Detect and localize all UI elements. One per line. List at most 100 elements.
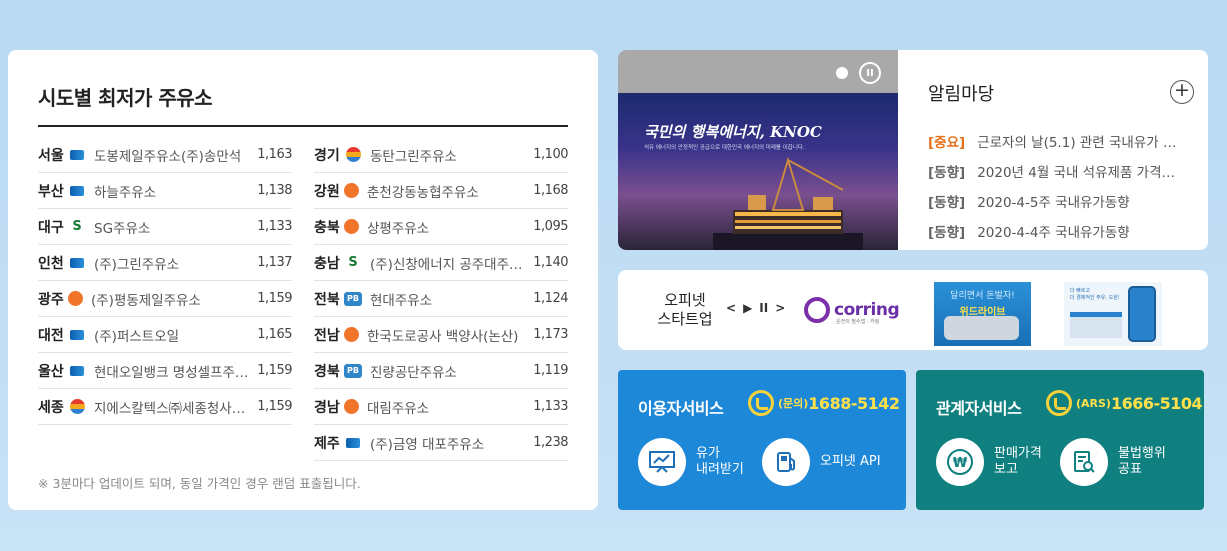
station-row[interactable]: 경남 대림주유소 1,133 [314, 389, 568, 425]
carring-wordmark: corring [834, 300, 900, 320]
opinet-api-label: 오피넷 API [820, 454, 881, 469]
station-row[interactable]: 경북 PB 진량공단주유소 1,119 [314, 353, 568, 389]
station-name[interactable]: 진량공단주유소 [370, 361, 533, 381]
station-name[interactable]: 도봉제일주유소(주)송만석 [94, 145, 257, 165]
station-row[interactable]: 대전 (주)퍼스트오일 1,165 [38, 317, 292, 353]
oil-rig-icon [713, 156, 863, 250]
pause-icon[interactable]: II [859, 62, 881, 84]
illegal-notice-label: 불법행위 공표 [1118, 446, 1166, 477]
notice-link[interactable]: 2020-4-5주 국내유가동향 [977, 191, 1177, 211]
price-report-button[interactable]: ₩ 판매가격 보고 [936, 438, 1042, 486]
notice-link[interactable]: 2020년 4월 국내 석유제품 가격동향 [977, 161, 1177, 181]
station-row[interactable]: 부산 하늘주유소 1,138 [38, 173, 292, 209]
illegal-notice-button[interactable]: 불법행위 공표 [1060, 438, 1166, 486]
station-name[interactable]: 상평주유소 [367, 217, 533, 237]
region-label: 전남 [314, 327, 340, 344]
pause-icon[interactable]: II [759, 301, 768, 315]
station-row[interactable]: 대구 S SG주유소 1,133 [38, 209, 292, 245]
station-row[interactable]: 서울 도봉제일주유소(주)송만석 1,163 [38, 137, 292, 173]
widrive-ad[interactable]: 달리면서 돈벌자! 위드라이브 [934, 282, 1031, 346]
station-price: 1,133 [533, 399, 568, 414]
partner-service-phone[interactable]: (ARS) 1666-5104 [1046, 390, 1203, 416]
station-name[interactable]: 현대주유소 [370, 289, 533, 309]
station-price: 1,140 [533, 255, 568, 270]
user-service-phone[interactable]: (문의) 1688-5142 [748, 390, 900, 416]
price-download-button[interactable]: 유가 내려받기 [638, 438, 744, 486]
station-name[interactable]: (주)그린주유소 [94, 253, 257, 273]
banner-image: 국민의 행복에너지, KNOC 석유 에너지의 안정적인 공급으로 대한민국 에… [618, 93, 898, 250]
prev-arrow-icon[interactable]: < [726, 301, 736, 315]
fuel-pump-icon [762, 438, 810, 486]
phone-prefix: (ARS) [1076, 396, 1111, 410]
station-name[interactable]: 현대오일뱅크 명성셀프주유소 [94, 361, 257, 381]
station-name[interactable]: (주)금영 대포주유소 [370, 433, 533, 453]
notice-title: 알림마당 [928, 84, 995, 105]
station-name[interactable]: 지에스칼텍스㈜세종청사주유소 [94, 397, 257, 417]
slide-indicator-dot[interactable] [836, 67, 848, 79]
document-search-icon [1060, 438, 1108, 486]
notice-link[interactable]: 근로자의 날(5.1) 관련 국내유가 안내 [977, 131, 1177, 151]
station-name[interactable]: 춘천강동농협주유소 [367, 181, 533, 201]
station-name[interactable]: 하늘주유소 [94, 181, 257, 201]
notice-link[interactable]: 2020-4-4주 국내유가동향 [977, 221, 1177, 241]
notice-item[interactable]: [중요] 근로자의 날(5.1) 관련 국내유가 안내 [928, 126, 1188, 156]
banner-subtitle: 석유 에너지의 안정적인 공급으로 대한민국 에너지의 미래를 이끕니다. [644, 145, 805, 151]
startup-strip: 오피넷 스타트업 < ▶ II > corring 운전의 필수앱 - 카링 달리… [618, 270, 1208, 350]
more-plus-icon[interactable]: + [1170, 80, 1194, 104]
region-label: 부산 [38, 183, 64, 200]
notice-list: [중요] 근로자의 날(5.1) 관련 국내유가 안내 [동향] 2020년 4월 국… [928, 126, 1188, 246]
region-label: 충남 [314, 255, 340, 272]
owin-ad[interactable]: 더 빠르고 더 경제적인 주유, 오윈! [1064, 282, 1162, 346]
region-label: 대전 [38, 327, 64, 344]
station-row[interactable]: 충남 S (주)신창에너지 공주대주유소 1,140 [314, 245, 568, 281]
station-name[interactable]: 한국도로공사 백양사(논산) [367, 325, 533, 345]
station-row[interactable]: 인천 (주)그린주유소 1,137 [38, 245, 292, 281]
station-price: 1,168 [533, 183, 568, 198]
lowest-price-stations-panel: 시도별 최저가 주유소 서울 도봉제일주유소(주)송만석 1,163 부산 하늘주유소 1… [8, 50, 598, 510]
notice-item[interactable]: [동향] 2020-4-4주 국내유가동향 [928, 216, 1188, 246]
brand-logo-icon [68, 147, 86, 162]
region-label: 충북 [314, 219, 340, 236]
station-name[interactable]: (주)퍼스트오일 [94, 325, 257, 345]
station-row[interactable]: 충북 상평주유소 1,095 [314, 209, 568, 245]
station-row[interactable]: 광주 (주)평동제일주유소 1,159 [38, 281, 292, 317]
station-price: 1,159 [257, 399, 292, 414]
region-label: 대구 [38, 219, 64, 236]
station-row[interactable]: 강원 춘천강동농협주유소 1,168 [314, 173, 568, 209]
station-row[interactable]: 세종 지에스칼텍스㈜세종청사주유소 1,159 [38, 389, 292, 425]
carring-tagline: 운전의 필수앱 - 카링 [836, 319, 880, 325]
station-row[interactable]: 제주 (주)금영 대포주유소 1,238 [314, 425, 568, 461]
region-label: 세종 [38, 399, 64, 416]
station-row[interactable]: 전남 한국도로공사 백양사(논산) 1,173 [314, 317, 568, 353]
region-label: 인천 [38, 255, 64, 272]
station-price: 1,100 [533, 147, 568, 162]
brand-logo-icon [68, 255, 86, 270]
station-name[interactable]: (주)평동제일주유소 [91, 289, 257, 309]
notice-item[interactable]: [동향] 2020년 4월 국내 석유제품 가격동향 [928, 156, 1188, 186]
region-label: 서울 [38, 147, 64, 164]
station-price: 1,133 [257, 219, 292, 234]
notice-item[interactable]: [동향] 2020-4-5주 국내유가동향 [928, 186, 1188, 216]
station-name[interactable]: 동탄그린주유소 [370, 145, 533, 165]
won-coin-icon: ₩ [936, 438, 984, 486]
promo-banner[interactable]: II 국민의 행복에너지, KNOC 석유 에너지의 안정적인 공급으로 대한민… [618, 50, 898, 250]
carring-logo[interactable]: corring 운전의 필수앱 - 카링 [804, 294, 902, 326]
user-service-title: 이용자서비스 [638, 399, 724, 418]
station-price: 1,173 [533, 327, 568, 342]
brand-logo-icon: S [68, 219, 86, 234]
station-name[interactable]: (주)신창에너지 공주대주유소 [370, 253, 533, 273]
play-icon[interactable]: ▶ [743, 301, 752, 315]
car-logo-icon [804, 297, 830, 323]
region-label: 경남 [314, 399, 340, 416]
station-name[interactable]: 대림주유소 [367, 397, 533, 417]
station-price: 1,159 [257, 291, 292, 306]
station-name[interactable]: SG주유소 [94, 217, 257, 237]
partner-service-box: 관계자서비스 (ARS) 1666-5104 ₩ 판매가격 보고 불법행위 공표 [916, 370, 1204, 510]
station-row[interactable]: 전북 PB 현대주유소 1,124 [314, 281, 568, 317]
opinet-api-button[interactable]: 오피넷 API [762, 438, 881, 486]
station-row[interactable]: 경기 동탄그린주유소 1,100 [314, 137, 568, 173]
next-arrow-icon[interactable]: > [775, 301, 785, 315]
region-label: 전북 [314, 291, 340, 308]
brand-logo-icon: PB [344, 291, 362, 306]
station-row[interactable]: 울산 현대오일뱅크 명성셀프주유소 1,159 [38, 353, 292, 389]
